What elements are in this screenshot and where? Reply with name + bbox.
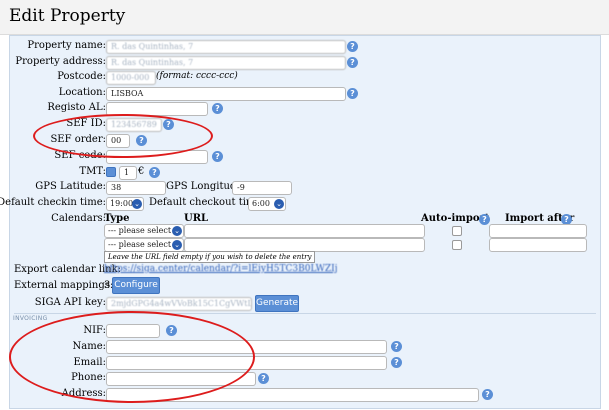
help-icon[interactable]: ?	[391, 341, 402, 352]
tmt-value-input[interactable]: 1	[119, 166, 137, 180]
gps-latitude-input[interactable]: 38	[106, 181, 166, 195]
chevron-down-icon: ⌄	[172, 240, 182, 250]
auto-import-checkbox[interactable]	[452, 240, 462, 250]
calendar-url-input[interactable]	[184, 224, 425, 238]
import-after-input[interactable]	[489, 238, 587, 252]
calendar-type-select[interactable]: --- please select --- ⌄	[104, 224, 184, 238]
property-address-input[interactable]: R. das Quintinhas, 7	[106, 56, 346, 70]
chevron-down-icon: ⌄	[172, 226, 182, 236]
location-input[interactable]: LISBOA	[106, 87, 346, 101]
import-after-input[interactable]	[489, 224, 587, 238]
help-icon[interactable]: ?	[149, 167, 160, 178]
calendar-type-value: --- please select ---	[108, 226, 182, 235]
checkin-time-value: 19:00	[110, 199, 134, 208]
property-name-label: Property name:	[27, 40, 106, 51]
help-icon[interactable]: ?	[391, 357, 402, 368]
property-address-label: Property address:	[15, 56, 106, 67]
page-title: Edit Property	[9, 6, 126, 26]
annotation-ellipse-invoicing	[9, 311, 255, 403]
default-checkin-label: Default checkin time:	[0, 197, 106, 208]
calendars-label: Calendars:	[51, 213, 106, 224]
calendars-url-header: URL	[184, 213, 209, 224]
checkin-time-select[interactable]: 19:00 ⌄	[106, 197, 144, 211]
property-name-input[interactable]: R. das Quintinhas, 7	[106, 40, 346, 54]
postcode-input[interactable]: 1000-000	[106, 71, 156, 85]
calendar-type-select[interactable]: --- please select --- ⌄	[104, 238, 184, 252]
postcode-label: Postcode:	[57, 71, 106, 82]
calendars-type-header: Type	[104, 213, 130, 224]
annotation-ellipse-sef	[33, 114, 213, 158]
location-label: Location:	[58, 87, 106, 98]
checkout-time-value: 6:00	[252, 199, 270, 208]
help-icon[interactable]: ?	[347, 41, 358, 52]
chevron-down-icon: ⌄	[274, 199, 284, 209]
auto-import-checkbox[interactable]	[452, 226, 462, 236]
tmt-checkbox[interactable]	[106, 167, 116, 177]
postcode-format-hint: (format: cccc-ccc)	[156, 71, 238, 81]
calendar-url-input[interactable]	[184, 238, 425, 252]
checkout-time-select[interactable]: 6:00 ⌄	[248, 197, 286, 211]
url-tooltip: Leave the URL field empty if you wish to…	[104, 251, 316, 263]
siga-api-key-label: SIGA API key:	[34, 297, 106, 308]
external-mappings-label: External mappings:	[14, 280, 114, 291]
export-calendar-link[interactable]: https://siga.center/calendar/?i=lEiyH5TC…	[104, 264, 338, 274]
title-bar: Edit Property	[0, 0, 609, 35]
help-icon[interactable]: ?	[479, 214, 490, 225]
help-icon[interactable]: ?	[347, 57, 358, 68]
configure-button[interactable]: Configure	[112, 277, 160, 294]
gps-latitude-label: GPS Latitude:	[35, 181, 106, 192]
invoicing-section-label: INVOICING	[13, 315, 48, 322]
generate-button[interactable]: Generate	[255, 295, 299, 312]
siga-api-key-input[interactable]: 2mjdGPG4a4wVVoBk15C1CgVWtL1AE	[106, 297, 252, 311]
tmt-label: TMT:	[79, 166, 106, 177]
euro-unit: €	[138, 166, 145, 177]
external-mappings-count: 3	[104, 280, 111, 291]
registo-al-label: Registo AL:	[47, 102, 106, 113]
help-icon[interactable]: ?	[347, 88, 358, 99]
help-icon[interactable]: ?	[212, 151, 223, 162]
help-icon[interactable]: ?	[258, 373, 269, 384]
chevron-down-icon: ⌄	[132, 199, 142, 209]
gps-longitude-input[interactable]: -9	[232, 181, 292, 195]
help-icon[interactable]: ?	[482, 389, 493, 400]
calendar-type-value: --- please select ---	[108, 240, 182, 249]
help-icon[interactable]: ?	[212, 103, 223, 114]
